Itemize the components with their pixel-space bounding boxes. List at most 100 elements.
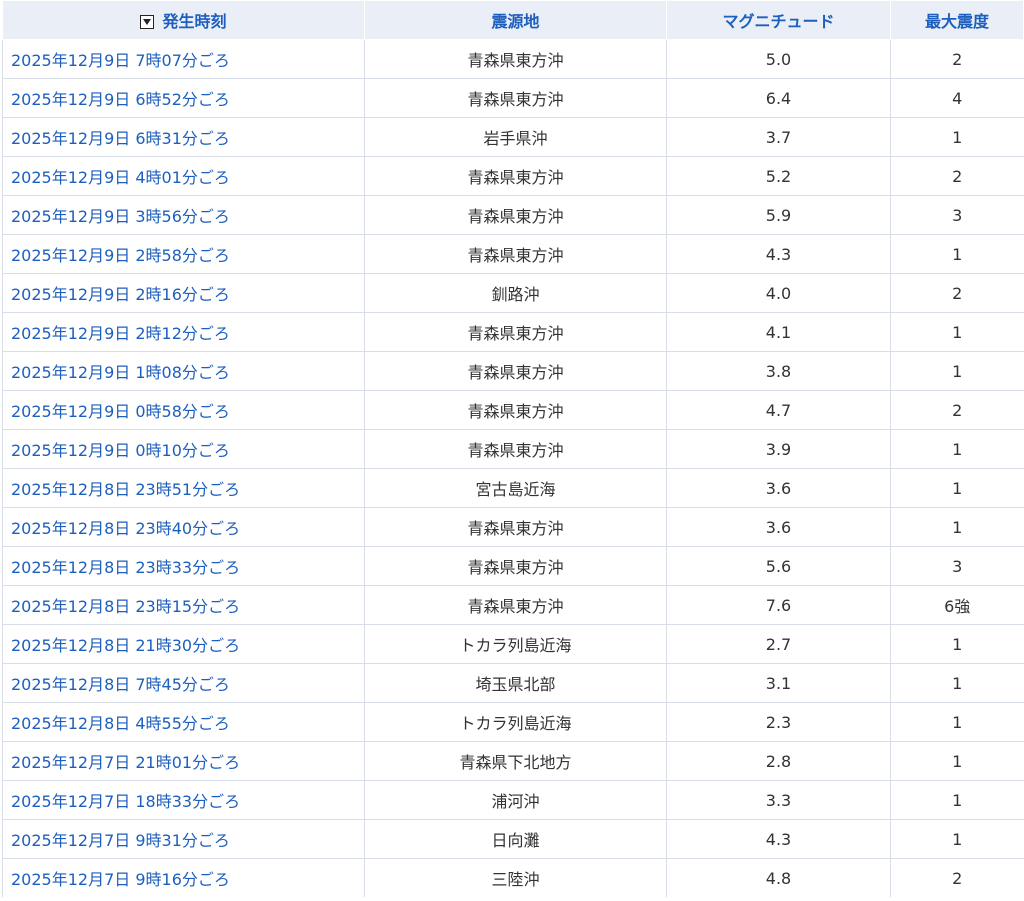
earthquake-time-link[interactable]: 2025年12月9日 2時58分ごろ <box>11 246 230 265</box>
cell-intensity: 2 <box>890 39 1024 79</box>
table-row: 2025年12月8日 7時45分ごろ 埼玉県北部 3.1 1 <box>2 663 1024 703</box>
cell-time: 2025年12月9日 4時01分ごろ <box>2 156 365 196</box>
earthquake-time-link[interactable]: 2025年12月7日 21時01分ごろ <box>11 753 240 772</box>
cell-intensity: 1 <box>890 624 1024 664</box>
cell-intensity: 3 <box>890 195 1024 235</box>
column-header-intensity[interactable]: 最大震度 <box>890 0 1024 40</box>
cell-epicenter: 釧路沖 <box>364 273 667 313</box>
table-row: 2025年12月9日 2時16分ごろ 釧路沖 4.0 2 <box>2 273 1024 313</box>
column-header-magnitude-label: マグニチュード <box>722 12 835 31</box>
cell-epicenter: トカラ列島近海 <box>364 702 667 742</box>
cell-intensity: 1 <box>890 702 1024 742</box>
cell-time: 2025年12月7日 18時33分ごろ <box>2 780 365 820</box>
earthquake-time-link[interactable]: 2025年12月9日 4時01分ごろ <box>11 168 230 187</box>
table-row: 2025年12月9日 0時58分ごろ 青森県東方沖 4.7 2 <box>2 390 1024 430</box>
cell-epicenter: 青森県東方沖 <box>364 390 667 430</box>
earthquake-time-link[interactable]: 2025年12月8日 4時55分ごろ <box>11 714 230 733</box>
cell-time: 2025年12月8日 21時30分ごろ <box>2 624 365 664</box>
cell-magnitude: 5.2 <box>666 156 891 196</box>
earthquake-time-link[interactable]: 2025年12月9日 6時31分ごろ <box>11 129 230 148</box>
sort-descending-icon[interactable] <box>140 15 155 29</box>
cell-intensity: 1 <box>890 117 1024 157</box>
earthquake-time-link[interactable]: 2025年12月7日 18時33分ごろ <box>11 792 240 811</box>
cell-epicenter: 岩手県沖 <box>364 117 667 157</box>
earthquake-time-link[interactable]: 2025年12月8日 23時51分ごろ <box>11 480 240 499</box>
table-row: 2025年12月9日 2時58分ごろ 青森県東方沖 4.3 1 <box>2 234 1024 274</box>
cell-intensity: 1 <box>890 429 1024 469</box>
cell-magnitude: 3.8 <box>666 351 891 391</box>
earthquake-time-link[interactable]: 2025年12月9日 0時58分ごろ <box>11 402 230 421</box>
cell-time: 2025年12月9日 0時10分ごろ <box>2 429 365 469</box>
cell-magnitude: 4.8 <box>666 858 891 897</box>
earthquake-time-link[interactable]: 2025年12月9日 6時52分ごろ <box>11 90 230 109</box>
cell-intensity: 4 <box>890 78 1024 118</box>
cell-intensity: 1 <box>890 312 1024 352</box>
table-row: 2025年12月8日 23時15分ごろ 青森県東方沖 7.6 6強 <box>2 585 1024 625</box>
earthquake-time-link[interactable]: 2025年12月7日 9時16分ごろ <box>11 870 230 889</box>
column-header-epicenter[interactable]: 震源地 <box>364 0 667 40</box>
earthquake-time-link[interactable]: 2025年12月9日 2時16分ごろ <box>11 285 230 304</box>
table-row: 2025年12月9日 1時08分ごろ 青森県東方沖 3.8 1 <box>2 351 1024 391</box>
earthquake-time-link[interactable]: 2025年12月9日 3時56分ごろ <box>11 207 230 226</box>
cell-time: 2025年12月7日 21時01分ごろ <box>2 741 365 781</box>
column-header-intensity-label: 最大震度 <box>924 12 989 31</box>
table-row: 2025年12月9日 6時31分ごろ 岩手県沖 3.7 1 <box>2 117 1024 157</box>
cell-epicenter: 青森県東方沖 <box>364 312 667 352</box>
earthquake-table: 発生時刻 震源地 マグニチュード 最大震度 2025年12月9日 7時07分ごろ… <box>2 0 1024 897</box>
cell-magnitude: 4.3 <box>666 234 891 274</box>
cell-time: 2025年12月9日 3時56分ごろ <box>2 195 365 235</box>
cell-time: 2025年12月9日 0時58分ごろ <box>2 390 365 430</box>
earthquake-time-link[interactable]: 2025年12月8日 23時40分ごろ <box>11 519 240 538</box>
earthquake-time-link[interactable]: 2025年12月9日 1時08分ごろ <box>11 363 230 382</box>
earthquake-time-link[interactable]: 2025年12月9日 7時07分ごろ <box>11 51 230 70</box>
table-row: 2025年12月9日 0時10分ごろ 青森県東方沖 3.9 1 <box>2 429 1024 469</box>
cell-magnitude: 2.8 <box>666 741 891 781</box>
cell-magnitude: 4.1 <box>666 312 891 352</box>
table-row: 2025年12月8日 23時51分ごろ 宮古島近海 3.6 1 <box>2 468 1024 508</box>
earthquake-time-link[interactable]: 2025年12月8日 21時30分ごろ <box>11 636 240 655</box>
cell-time: 2025年12月8日 23時33分ごろ <box>2 546 365 586</box>
earthquake-time-link[interactable]: 2025年12月8日 7時45分ごろ <box>11 675 230 694</box>
earthquake-time-link[interactable]: 2025年12月7日 9時31分ごろ <box>11 831 230 850</box>
cell-time: 2025年12月8日 23時15分ごろ <box>2 585 365 625</box>
cell-magnitude: 5.9 <box>666 195 891 235</box>
earthquake-time-link[interactable]: 2025年12月9日 0時10分ごろ <box>11 441 230 460</box>
cell-intensity: 1 <box>890 468 1024 508</box>
cell-time: 2025年12月9日 6時31分ごろ <box>2 117 365 157</box>
column-header-magnitude[interactable]: マグニチュード <box>666 0 891 40</box>
cell-epicenter: 三陸沖 <box>364 858 667 897</box>
cell-intensity: 1 <box>890 741 1024 781</box>
cell-intensity: 2 <box>890 156 1024 196</box>
table-row: 2025年12月9日 3時56分ごろ 青森県東方沖 5.9 3 <box>2 195 1024 235</box>
column-header-time[interactable]: 発生時刻 <box>2 0 365 40</box>
table-row: 2025年12月9日 4時01分ごろ 青森県東方沖 5.2 2 <box>2 156 1024 196</box>
cell-epicenter: 青森県東方沖 <box>364 234 667 274</box>
cell-time: 2025年12月8日 23時40分ごろ <box>2 507 365 547</box>
table-row: 2025年12月7日 18時33分ごろ 浦河沖 3.3 1 <box>2 780 1024 820</box>
header-row: 発生時刻 震源地 マグニチュード 最大震度 <box>2 0 1024 40</box>
cell-intensity: 2 <box>890 273 1024 313</box>
cell-epicenter: 青森県下北地方 <box>364 741 667 781</box>
cell-intensity: 1 <box>890 819 1024 859</box>
cell-intensity: 2 <box>890 390 1024 430</box>
cell-magnitude: 3.6 <box>666 468 891 508</box>
cell-intensity: 1 <box>890 780 1024 820</box>
earthquake-time-link[interactable]: 2025年12月8日 23時33分ごろ <box>11 558 240 577</box>
cell-epicenter: 青森県東方沖 <box>364 195 667 235</box>
cell-magnitude: 4.3 <box>666 819 891 859</box>
cell-time: 2025年12月9日 1時08分ごろ <box>2 351 365 391</box>
column-header-time-label: 発生時刻 <box>162 12 227 31</box>
cell-magnitude: 4.7 <box>666 390 891 430</box>
cell-epicenter: 青森県東方沖 <box>364 156 667 196</box>
earthquake-time-link[interactable]: 2025年12月8日 23時15分ごろ <box>11 597 240 616</box>
cell-intensity: 1 <box>890 507 1024 547</box>
cell-magnitude: 5.0 <box>666 39 891 79</box>
cell-intensity: 6強 <box>890 585 1024 625</box>
table-row: 2025年12月9日 7時07分ごろ 青森県東方沖 5.0 2 <box>2 39 1024 79</box>
column-header-epicenter-label: 震源地 <box>491 12 540 31</box>
cell-time: 2025年12月8日 4時55分ごろ <box>2 702 365 742</box>
table-row: 2025年12月8日 23時33分ごろ 青森県東方沖 5.6 3 <box>2 546 1024 586</box>
table-row: 2025年12月8日 4時55分ごろ トカラ列島近海 2.3 1 <box>2 702 1024 742</box>
table-row: 2025年12月9日 2時12分ごろ 青森県東方沖 4.1 1 <box>2 312 1024 352</box>
earthquake-time-link[interactable]: 2025年12月9日 2時12分ごろ <box>11 324 230 343</box>
